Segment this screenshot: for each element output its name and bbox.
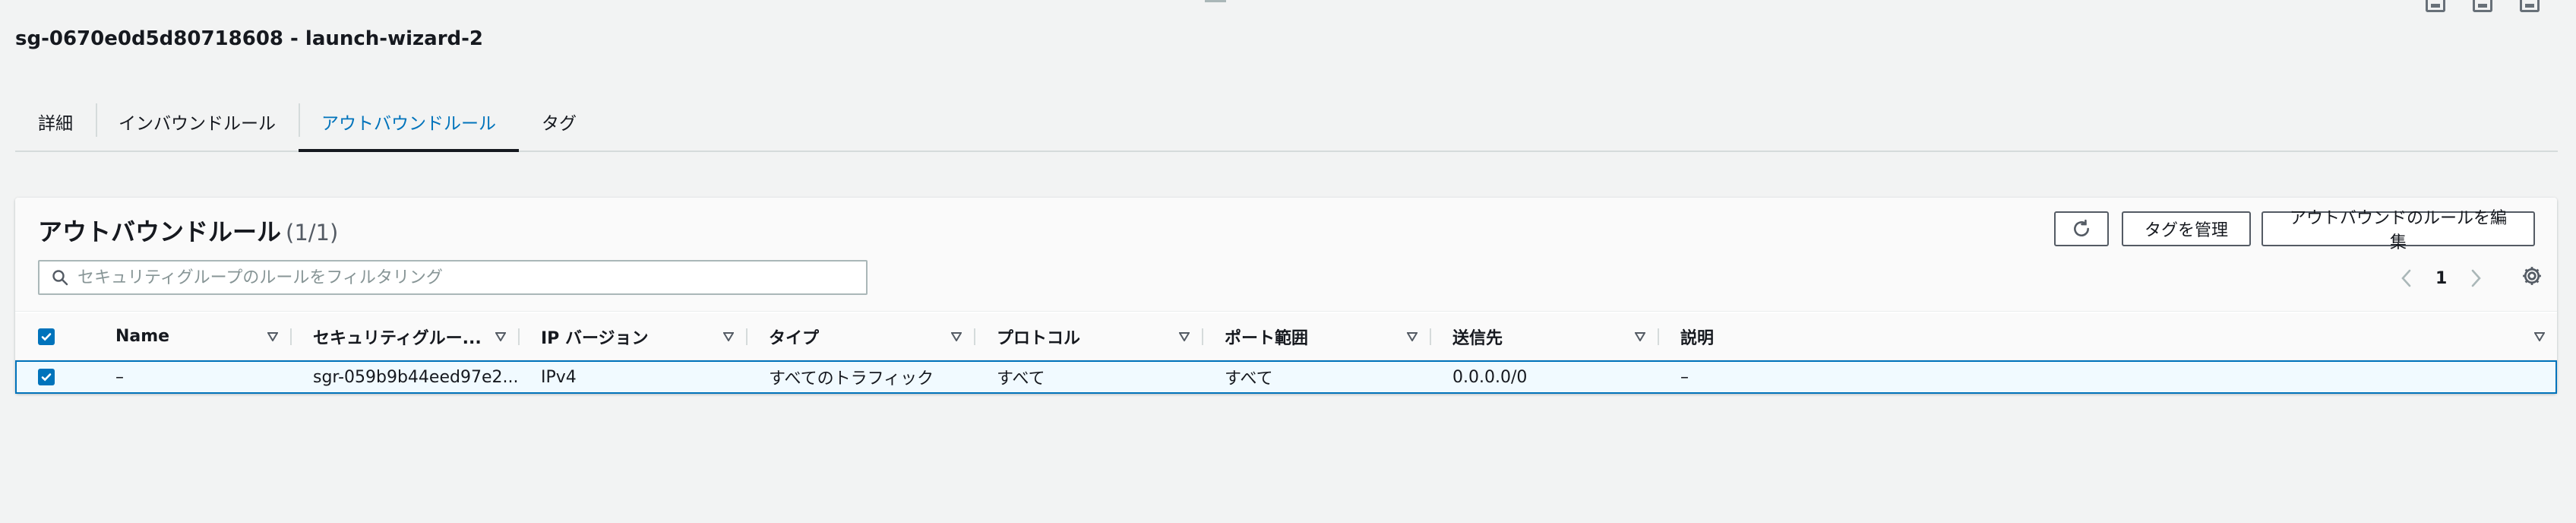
cell-protocol: すべて (997, 369, 1045, 388)
column-header-type[interactable]: タイプ (746, 313, 974, 360)
column-label: ポート範囲 (1225, 328, 1309, 348)
column-label: IP バージョン (541, 328, 649, 348)
column-header-name[interactable]: Name (91, 313, 290, 360)
sort-caret-icon[interactable] (950, 330, 963, 344)
cell-description: – (1680, 367, 1689, 387)
table-row[interactable]: – sgr-059b9b44eed97e2... IPv4 すべてのトラフィック… (15, 360, 2557, 394)
sort-caret-icon[interactable] (494, 330, 507, 344)
pagination: 1 (2397, 263, 2485, 293)
panel-header: アウトバウンドルール(1/1) タグを管理 アウトバウンドのルールを編集 1 (15, 198, 2557, 312)
chevron-left-icon[interactable] (2397, 267, 2416, 290)
column-header-description[interactable]: 説明 (1658, 313, 2557, 360)
sort-caret-icon[interactable] (1405, 330, 1419, 344)
column-header-ip-version[interactable]: IP バージョン (518, 313, 746, 360)
tab-tags[interactable]: タグ (519, 93, 599, 151)
cell-destination: 0.0.0.0/0 (1452, 367, 1528, 387)
drag-handle[interactable] (1205, 0, 1226, 2)
column-header-port-range[interactable]: ポート範囲 (1202, 313, 1430, 360)
sort-caret-icon[interactable] (266, 330, 280, 344)
cell-security-group-rule-id[interactable]: sgr-059b9b44eed97e2... (313, 362, 518, 392)
outbound-rules-panel: アウトバウンドルール(1/1) タグを管理 アウトバウンドのルールを編集 1 (15, 198, 2557, 394)
sort-caret-icon[interactable] (1177, 330, 1191, 344)
refresh-icon (2074, 219, 2089, 237)
column-label: Name (115, 327, 170, 346)
column-label: プロトコル (997, 328, 1081, 348)
manage-tags-button[interactable]: タグを管理 (2122, 211, 2251, 246)
cell-type: すべてのトラフィック (769, 369, 934, 388)
search-input[interactable] (70, 262, 866, 293)
select-all-checkbox[interactable] (38, 328, 55, 345)
tab-outbound-rules[interactable]: アウトバウンドルール (299, 93, 519, 152)
edit-outbound-rules-button[interactable]: アウトバウンドのルールを編集 (2262, 209, 2535, 252)
cell-ip-version: IPv4 (541, 367, 577, 387)
column-label: 説明 (1680, 328, 1715, 348)
row-checkbox[interactable] (38, 369, 55, 385)
filter-search (38, 260, 868, 295)
panel-bottom-icon[interactable] (2426, 0, 2445, 12)
tab-inbound-rules[interactable]: インバウンドルール (96, 93, 299, 151)
sort-caret-icon[interactable] (2533, 330, 2546, 344)
column-header-security-group-rule[interactable]: セキュリティグルー... (290, 313, 518, 360)
refresh-button[interactable] (2054, 211, 2109, 246)
panel-split-icon[interactable] (2473, 0, 2492, 12)
column-header-protocol[interactable]: プロトコル (974, 313, 1202, 360)
sort-caret-icon[interactable] (722, 330, 735, 344)
column-label: タイプ (769, 328, 820, 348)
panel-title-text: アウトバウンドルール (38, 217, 282, 246)
cell-port-range: すべて (1225, 369, 1273, 388)
row-select-cell (38, 362, 68, 392)
column-header-destination[interactable]: 送信先 (1430, 313, 1658, 360)
cell-name: – (115, 367, 124, 387)
window-controls (2426, 0, 2540, 12)
table-header: Name セキュリティグルー... IP バージョン タイプ プロトコル ポート… (15, 313, 2557, 360)
column-label: 送信先 (1452, 328, 1503, 348)
select-all-cell (38, 313, 68, 360)
check-icon (41, 332, 52, 341)
check-icon (41, 373, 52, 382)
table-body: – sgr-059b9b44eed97e2... IPv4 すべてのトラフィック… (15, 360, 2557, 394)
rule-count: (1/1) (286, 220, 339, 246)
panel-title: アウトバウンドルール (1/1) (38, 213, 338, 248)
app-window: sg-0670e0d5d80718608 - launch-wizard-2 詳… (0, 0, 2576, 523)
page-title: sg-0670e0d5d80718608 - launch-wizard-2 (15, 27, 484, 50)
tab-details[interactable]: 詳細 (15, 93, 96, 151)
panel-side-icon[interactable] (2520, 0, 2540, 12)
sort-caret-icon[interactable] (1633, 330, 1647, 344)
page-number[interactable]: 1 (2435, 269, 2447, 288)
gear-icon[interactable] (2519, 263, 2545, 289)
tab-list: 詳細 インバウンドルール アウトバウンドルール タグ (15, 93, 2558, 152)
chevron-right-icon[interactable] (2467, 267, 2485, 290)
column-label: セキュリティグルー... (313, 328, 482, 348)
search-icon (50, 268, 70, 287)
